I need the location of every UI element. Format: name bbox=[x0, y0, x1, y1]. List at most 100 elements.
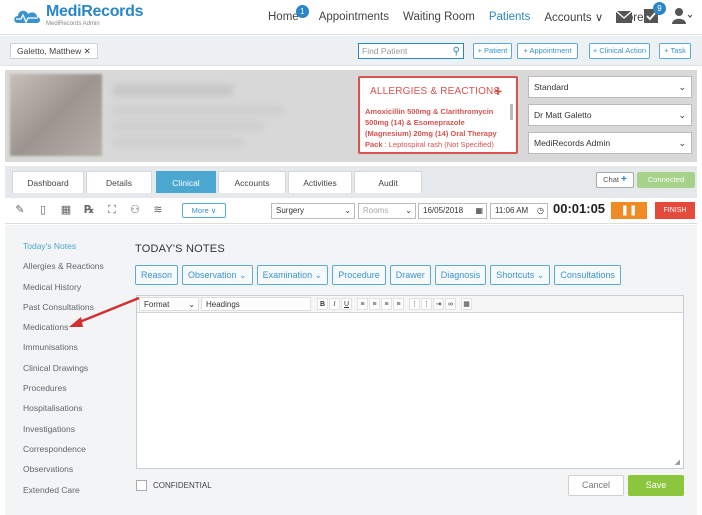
underline-icon[interactable]: U bbox=[341, 298, 352, 310]
consultations-button[interactable]: Consultations bbox=[554, 265, 621, 285]
cancel-button[interactable]: Cancel bbox=[568, 475, 624, 496]
doctor-select[interactable]: Dr Matt Galetto ⌄ bbox=[528, 104, 692, 126]
resize-handle-icon[interactable]: ◢ bbox=[675, 458, 680, 466]
chevron-down-icon: ⌄ bbox=[344, 206, 351, 215]
image-icon[interactable]: ⛶ bbox=[105, 203, 119, 217]
notes-editor[interactable]: Format ⌄ Headings B I U ≡ ≡ ≡ ≡ ⋮ ⋮ ⇥ ∞ bbox=[136, 295, 684, 469]
date-field[interactable]: 16/05/2018 ▦ bbox=[418, 203, 487, 219]
format-select[interactable]: Format ⌄ bbox=[139, 297, 199, 311]
sidebar-item-hospitalisations[interactable]: Hospitalisations bbox=[23, 401, 104, 421]
tab-details[interactable]: Details bbox=[86, 171, 152, 193]
allergies-title: ALLERGIES & REACTIONS bbox=[370, 86, 501, 97]
italic-icon[interactable]: I bbox=[329, 298, 340, 310]
prescription-icon[interactable]: ℞ bbox=[82, 203, 96, 217]
billing-select[interactable]: Standard ⌄ bbox=[528, 76, 692, 98]
clinical-main: Today's Notes Allergies & Reactions Medi… bbox=[5, 225, 697, 515]
find-patient-input[interactable]: Find Patient ⚲ bbox=[358, 43, 464, 59]
more-tools-button[interactable]: More ∨ bbox=[182, 203, 226, 218]
tab-clinical[interactable]: Clinical bbox=[156, 171, 216, 193]
examination-button[interactable]: Examination ⌄ bbox=[256, 265, 329, 285]
page-title: TODAY'S NOTES bbox=[135, 243, 225, 255]
practice-select-value: MediRecords Admin bbox=[534, 138, 611, 148]
mail-icon[interactable] bbox=[616, 10, 632, 23]
headings-label: Headings bbox=[206, 300, 240, 309]
add-allergy-icon[interactable]: + bbox=[494, 83, 502, 99]
practice-select[interactable]: MediRecords Admin ⌄ bbox=[528, 132, 692, 154]
sidebar-item-allergies[interactable]: Allergies & Reactions bbox=[23, 259, 104, 279]
rooms-select[interactable]: Rooms ⌄ bbox=[358, 203, 416, 219]
align-justify-icon[interactable]: ≡ bbox=[393, 298, 404, 310]
confidential-checkbox[interactable] bbox=[136, 480, 147, 491]
tasks-button[interactable]: 9 bbox=[644, 1, 666, 24]
observation-button[interactable]: Observation ⌄ bbox=[182, 265, 253, 285]
bullet-list-icon[interactable]: ⋮ bbox=[409, 298, 420, 310]
chevron-down-icon: ⌄ bbox=[678, 110, 686, 120]
pause-button[interactable]: ❚❚ bbox=[611, 202, 647, 219]
chat-button[interactable]: Chat + bbox=[596, 172, 634, 188]
header-icons: 9 bbox=[616, 1, 692, 24]
logo-cloud-icon bbox=[14, 10, 40, 24]
tab-activities[interactable]: Activities bbox=[288, 171, 352, 193]
align-center-icon[interactable]: ≡ bbox=[369, 298, 380, 310]
tabs-bar: Dashboard Details Clinical Accounts Acti… bbox=[5, 166, 697, 198]
editor-toolbar: Format ⌄ Headings B I U ≡ ≡ ≡ ≡ ⋮ ⋮ ⇥ ∞ bbox=[137, 296, 683, 313]
app-logo[interactable]: MediRecords MediRecords Admin bbox=[12, 4, 143, 27]
sidebar-item-procedures[interactable]: Procedures bbox=[23, 381, 104, 401]
drawer-button[interactable]: Drawer bbox=[389, 265, 431, 285]
add-clinical-action-button[interactable]: + Clinical Action bbox=[589, 43, 650, 59]
add-appointment-button[interactable]: + Appointment bbox=[517, 43, 578, 59]
align-left-icon[interactable]: ≡ bbox=[357, 298, 368, 310]
numbered-list-icon[interactable]: ⋮ bbox=[421, 298, 432, 310]
diagnosis-button[interactable]: Diagnosis bbox=[434, 265, 487, 285]
nav-accounts[interactable]: Accounts ∨ bbox=[544, 10, 603, 24]
search-icon[interactable]: ⚲ bbox=[453, 45, 460, 59]
nav-appointments[interactable]: Appointments bbox=[319, 11, 389, 23]
calendar-icon[interactable]: ▦ bbox=[475, 204, 483, 218]
sidebar-item-todays-notes[interactable]: Today's Notes bbox=[23, 239, 104, 259]
tab-dashboard[interactable]: Dashboard bbox=[12, 171, 84, 193]
bold-icon[interactable]: B bbox=[317, 298, 328, 310]
table-icon[interactable]: ▦ bbox=[461, 298, 472, 310]
save-button[interactable]: Save bbox=[628, 475, 684, 496]
reason-button[interactable]: Reason bbox=[135, 265, 179, 285]
allergy-entry[interactable]: Amoxicillin 500mg & Clarithromycin 500mg… bbox=[365, 106, 511, 150]
edit-notes-icon[interactable]: ✎ bbox=[13, 203, 27, 217]
link-icon[interactable]: ∞ bbox=[445, 298, 456, 310]
education-icon[interactable]: ≋ bbox=[151, 203, 165, 217]
sidebar-item-investigations[interactable]: Investigations bbox=[23, 422, 104, 442]
user-icon[interactable] bbox=[672, 8, 692, 24]
finish-button[interactable]: FINISH bbox=[655, 202, 695, 219]
nav-home[interactable]: Home 1 bbox=[268, 5, 309, 23]
patient-tag[interactable]: Galetto, Matthew ✕ bbox=[10, 43, 98, 59]
tab-audit[interactable]: Audit bbox=[354, 171, 422, 193]
nav-patients[interactable]: Patients bbox=[489, 11, 531, 23]
calculator-icon[interactable]: ▦ bbox=[59, 203, 73, 217]
sidebar-item-immunisations[interactable]: Immunisations bbox=[23, 340, 104, 360]
sidebar-item-extended-care[interactable]: Extended Care bbox=[23, 483, 104, 503]
location-select[interactable]: Surgery ⌄ bbox=[271, 203, 355, 219]
sidebar-item-clinical-drawings[interactable]: Clinical Drawings bbox=[23, 361, 104, 381]
document-icon[interactable]: ▯ bbox=[36, 203, 50, 217]
sidebar-item-correspondence[interactable]: Correspondence bbox=[23, 442, 104, 462]
align-right-icon[interactable]: ≡ bbox=[381, 298, 392, 310]
add-task-button[interactable]: + Task bbox=[659, 43, 691, 59]
add-patient-button[interactable]: + Patient bbox=[473, 43, 512, 59]
nav-home-label: Home bbox=[268, 11, 299, 23]
shortcuts-button[interactable]: Shortcuts ⌄ bbox=[490, 265, 551, 285]
patient-info-redacted bbox=[113, 122, 263, 130]
allergies-scrollbar[interactable] bbox=[510, 104, 513, 120]
tab-accounts[interactable]: Accounts bbox=[218, 171, 286, 193]
indent-icon[interactable]: ⇥ bbox=[433, 298, 444, 310]
clinical-sidebar: Today's Notes Allergies & Reactions Medi… bbox=[23, 239, 104, 503]
sidebar-item-observations[interactable]: Observations bbox=[23, 462, 104, 482]
headings-select[interactable]: Headings bbox=[201, 297, 311, 311]
nav-waiting-room[interactable]: Waiting Room bbox=[403, 11, 475, 23]
time-field[interactable]: 11:06 AM ◷ bbox=[490, 203, 548, 219]
clock-icon[interactable]: ◷ bbox=[537, 204, 544, 218]
family-icon[interactable]: ⚇ bbox=[128, 203, 142, 217]
confidential-toggle[interactable]: CONFIDENTIAL bbox=[136, 480, 212, 491]
notes-button-row: Reason Observation ⌄ Examination ⌄ Proce… bbox=[135, 265, 625, 285]
location-value: Surgery bbox=[276, 206, 305, 215]
chevron-down-icon: ⌄ bbox=[405, 206, 412, 215]
procedure-button[interactable]: Procedure bbox=[332, 265, 386, 285]
